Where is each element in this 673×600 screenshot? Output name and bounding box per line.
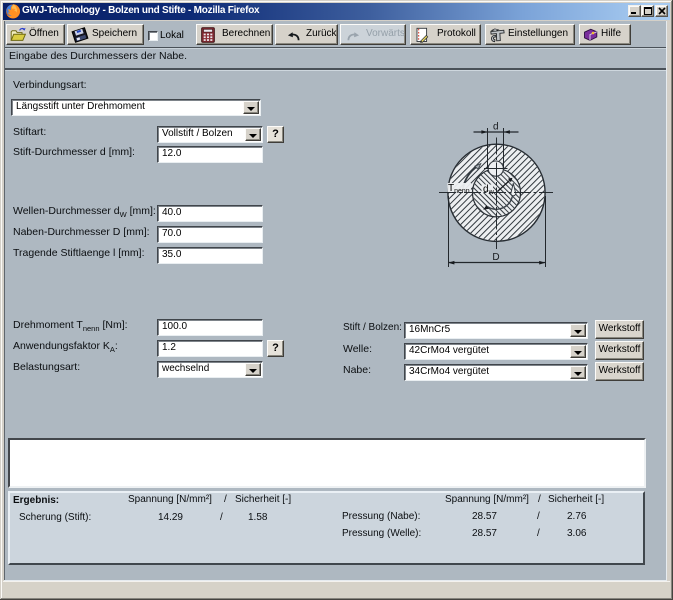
svg-text:D: D bbox=[492, 252, 499, 263]
svg-text:d: d bbox=[493, 122, 499, 133]
